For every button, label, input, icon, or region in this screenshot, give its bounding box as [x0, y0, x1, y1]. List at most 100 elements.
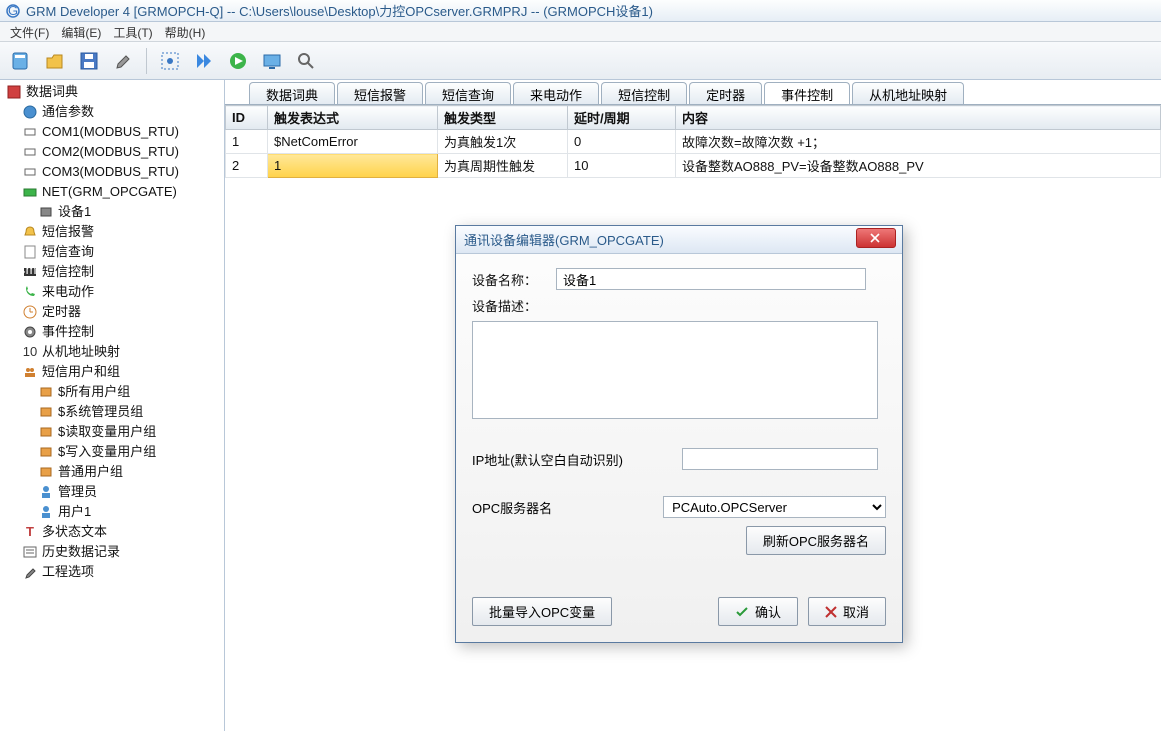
- import-opc-button[interactable]: 批量导入OPC变量: [472, 597, 612, 626]
- col-expr[interactable]: 触发表达式: [268, 106, 438, 130]
- group-icon: [38, 384, 54, 400]
- toolbar-settings-icon[interactable]: [108, 47, 138, 75]
- tree-read-users[interactable]: $读取变量用户组: [0, 422, 224, 442]
- app-icon: G: [6, 4, 20, 18]
- tree-timer[interactable]: 定时器: [0, 302, 224, 322]
- tree-net[interactable]: NET(GRM_OPCGATE): [0, 182, 224, 202]
- toolbar-search-icon[interactable]: [291, 47, 321, 75]
- label-ip: IP地址(默认空白自动识别): [472, 450, 682, 469]
- menu-help[interactable]: 帮助(H): [159, 22, 212, 41]
- refresh-opc-button[interactable]: 刷新OPC服务器名: [746, 526, 886, 555]
- tree-user1[interactable]: 用户1: [0, 502, 224, 522]
- svg-text:G: G: [8, 4, 18, 18]
- tree-options[interactable]: 工程选项: [0, 562, 224, 582]
- col-delay[interactable]: 延时/周期: [568, 106, 676, 130]
- tree-com3[interactable]: COM3(MODBUS_RTU): [0, 162, 224, 182]
- ok-button[interactable]: 确认: [718, 597, 798, 626]
- tree-sys-admin[interactable]: $系统管理员组: [0, 402, 224, 422]
- phone-icon: [22, 284, 38, 300]
- tree-device1[interactable]: 设备1: [0, 202, 224, 222]
- window-title: GRM Developer 4 [GRMOPCH-Q] -- C:\Users\…: [26, 1, 653, 20]
- user-icon: [38, 484, 54, 500]
- tree-history[interactable]: 历史数据记录: [0, 542, 224, 562]
- wrench-icon: [22, 564, 38, 580]
- sidebar-tree[interactable]: 数据词典 通信参数 COM1(MODBUS_RTU) COM2(MODBUS_R…: [0, 80, 225, 731]
- group-icon: [38, 444, 54, 460]
- port-icon: [22, 124, 38, 140]
- tab-event-control[interactable]: 事件控制: [764, 82, 850, 104]
- device-name-input[interactable]: [556, 268, 866, 290]
- tree-comm-params[interactable]: 通信参数: [0, 102, 224, 122]
- cancel-button[interactable]: 取消: [808, 597, 886, 626]
- menubar: 文件(F) 编辑(E) 工具(T) 帮助(H): [0, 22, 1161, 42]
- col-content[interactable]: 内容: [676, 106, 1161, 130]
- toolbar-open-icon[interactable]: [40, 47, 70, 75]
- history-icon: [22, 544, 38, 560]
- tree-normal-users[interactable]: 普通用户组: [0, 462, 224, 482]
- svg-text:T: T: [26, 525, 34, 539]
- col-type[interactable]: 触发类型: [438, 106, 568, 130]
- opc-server-select[interactable]: PCAuto.OPCServer: [663, 496, 886, 518]
- label-device-desc: 设备描述：: [472, 296, 556, 315]
- menu-tool[interactable]: 工具(T): [107, 22, 158, 41]
- label-device-name: 设备名称：: [472, 270, 556, 289]
- table-row[interactable]: 1 $NetComError 为真触发1次 0 故障次数=故障次数 +1；: [226, 130, 1161, 154]
- tab-sms-control[interactable]: 短信控制: [601, 82, 687, 104]
- dialog-titlebar[interactable]: 通讯设备编辑器(GRM_OPCGATE): [456, 226, 902, 254]
- toolbar-separator: [146, 48, 147, 74]
- tree-all-users[interactable]: $所有用户组: [0, 382, 224, 402]
- group-icon: [38, 404, 54, 420]
- group-icon: [38, 424, 54, 440]
- cmd-icon: Cmd: [22, 264, 38, 280]
- check-icon: [735, 606, 749, 618]
- toolbar-new-icon[interactable]: [6, 47, 36, 75]
- device-desc-textarea[interactable]: [472, 321, 878, 419]
- ip-input[interactable]: [682, 448, 878, 470]
- users-icon: [22, 364, 38, 380]
- event-grid[interactable]: ID 触发表达式 触发类型 延时/周期 内容 1 $NetComError 为真…: [225, 104, 1161, 178]
- tree-data-dict[interactable]: 数据词典: [0, 82, 224, 102]
- menu-file[interactable]: 文件(F): [4, 22, 55, 41]
- tree-write-users[interactable]: $写入变量用户组: [0, 442, 224, 462]
- tab-slave-map[interactable]: 从机地址映射: [852, 82, 964, 104]
- toolbar-grid-icon[interactable]: [155, 47, 185, 75]
- toolbar-run-icon[interactable]: [223, 47, 253, 75]
- toolbar-monitor-icon[interactable]: [257, 47, 287, 75]
- tab-call-action[interactable]: 来电动作: [513, 82, 599, 104]
- dialog-body: 设备名称： 设备描述： IP地址(默认空白自动识别) OPC服务器名 PCAut…: [456, 254, 902, 642]
- tree-sms-control[interactable]: Cmd短信控制: [0, 262, 224, 282]
- label-opc: OPC服务器名: [472, 498, 663, 517]
- close-icon[interactable]: [856, 228, 896, 248]
- tree-sms-alarm[interactable]: 短信报警: [0, 222, 224, 242]
- content-tabs: 数据词典 短信报警 短信查询 来电动作 短信控制 定时器 事件控制 从机地址映射: [225, 80, 1161, 104]
- book-icon: [6, 84, 22, 100]
- tree-com1[interactable]: COM1(MODBUS_RTU): [0, 122, 224, 142]
- svg-text:0101: 0101: [23, 345, 37, 359]
- bell-icon: [22, 224, 38, 240]
- binary-icon: 0101: [22, 344, 38, 360]
- toolbar: [0, 42, 1161, 80]
- x-icon: [825, 606, 837, 618]
- tab-data-dict[interactable]: 数据词典: [249, 82, 335, 104]
- tree-sms-query[interactable]: 短信查询: [0, 242, 224, 262]
- device-editor-dialog: 通讯设备编辑器(GRM_OPCGATE) 设备名称： 设备描述： IP地址(默认…: [455, 225, 903, 643]
- tree-event-control[interactable]: 事件控制: [0, 322, 224, 342]
- tree-com2[interactable]: COM2(MODBUS_RTU): [0, 142, 224, 162]
- tree-call-action[interactable]: 来电动作: [0, 282, 224, 302]
- port-icon: [22, 164, 38, 180]
- col-id[interactable]: ID: [226, 106, 268, 130]
- tree-slave-map[interactable]: 0101从机地址映射: [0, 342, 224, 362]
- toolbar-save-icon[interactable]: [74, 47, 104, 75]
- table-row[interactable]: 2 1 为真周期性触发 10 设备整数AO888_PV=设备整数AO888_PV: [226, 154, 1161, 178]
- gear-icon: [22, 324, 38, 340]
- tree-multi-text[interactable]: T多状态文本: [0, 522, 224, 542]
- tab-sms-alarm[interactable]: 短信报警: [337, 82, 423, 104]
- tab-timer[interactable]: 定时器: [689, 82, 762, 104]
- menu-edit[interactable]: 编辑(E): [55, 22, 107, 41]
- window-titlebar: G GRM Developer 4 [GRMOPCH-Q] -- C:\User…: [0, 0, 1161, 22]
- net-icon: [22, 184, 38, 200]
- toolbar-play-icon[interactable]: [189, 47, 219, 75]
- tree-sms-users[interactable]: 短信用户和组: [0, 362, 224, 382]
- tree-admin[interactable]: 管理员: [0, 482, 224, 502]
- tab-sms-query[interactable]: 短信查询: [425, 82, 511, 104]
